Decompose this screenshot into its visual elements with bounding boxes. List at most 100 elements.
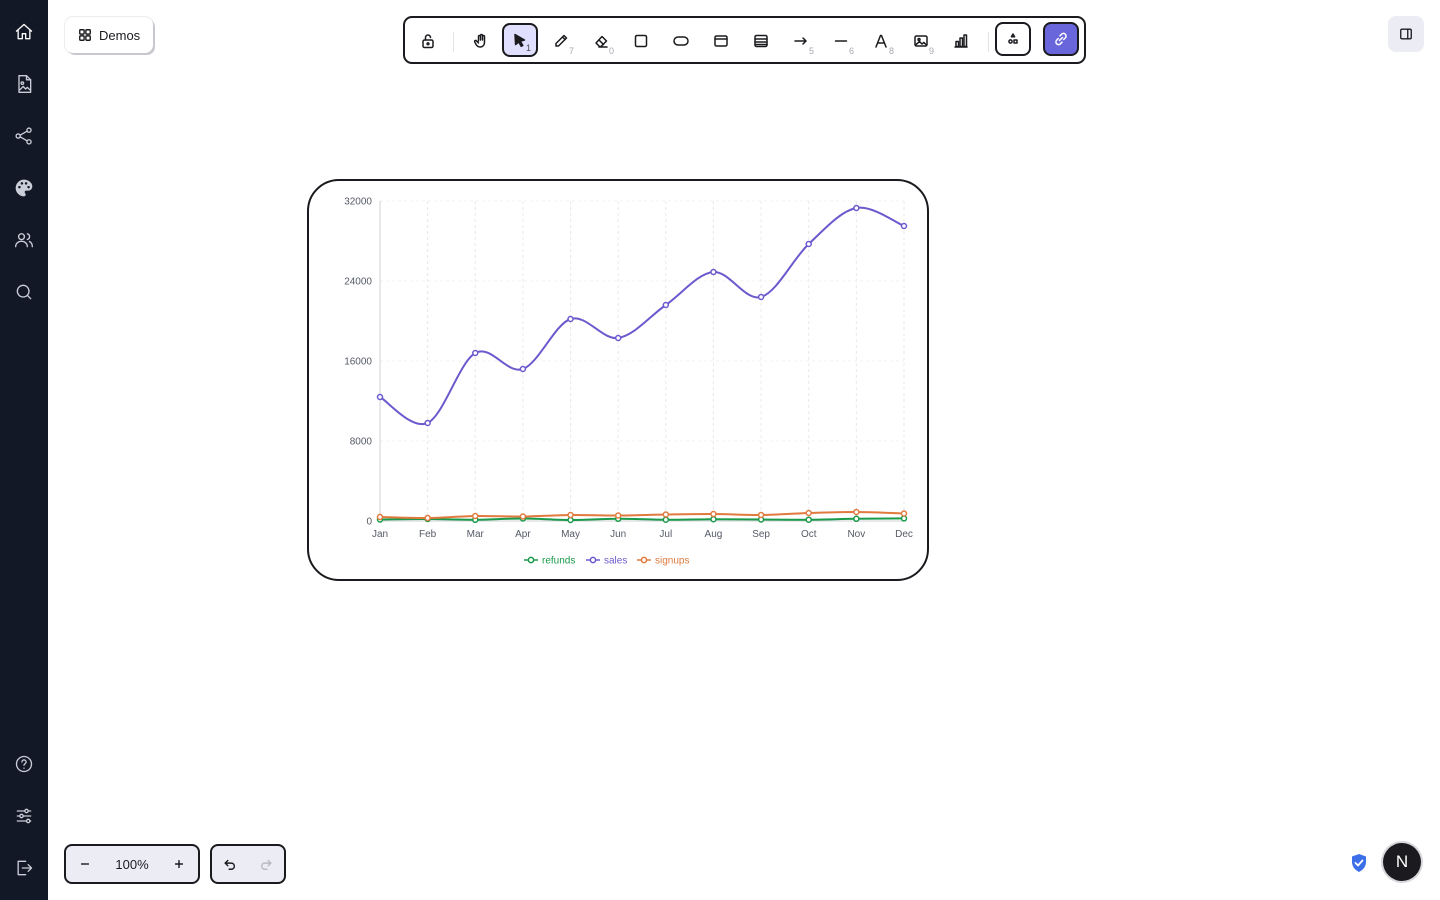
- series-line-sales: [379, 206, 905, 426]
- x-tick-label: Feb: [419, 529, 437, 540]
- data-point-signups: [424, 514, 431, 522]
- data-point-sales: [853, 204, 860, 212]
- pencil-tool[interactable]: 7: [543, 24, 579, 58]
- x-tick-label: Nov: [847, 529, 865, 540]
- gallery-button[interactable]: [6, 66, 42, 102]
- home-icon: [15, 23, 33, 40]
- data-point-signups: [376, 513, 384, 521]
- eraser-shortcut: 0: [608, 46, 614, 56]
- lock-tool[interactable]: [410, 24, 446, 58]
- data-point-refunds: [805, 516, 812, 523]
- zoom-in-button[interactable]: [160, 846, 198, 882]
- sliders-icon: [16, 808, 32, 824]
- selection-tool[interactable]: 1: [502, 23, 538, 57]
- x-tick-label: Jun: [610, 529, 626, 540]
- share-icon: [15, 127, 32, 145]
- data-point-signups: [519, 513, 527, 520]
- search-button[interactable]: [6, 274, 42, 310]
- data-point-sales: [662, 301, 670, 309]
- theme-button[interactable]: [6, 170, 42, 206]
- users-button[interactable]: [6, 222, 42, 258]
- help-icon: [15, 755, 33, 773]
- data-point-sales: [519, 365, 527, 373]
- data-point-sales: [757, 293, 765, 301]
- plus-icon: [175, 860, 183, 868]
- pencil-icon: [555, 34, 568, 47]
- y-tick-label: 24000: [344, 277, 372, 288]
- ellipse-tool[interactable]: [663, 24, 699, 58]
- data-point-signups: [662, 511, 670, 518]
- y-tick-label: 16000: [344, 357, 372, 368]
- arrow-shortcut: 5: [808, 46, 814, 56]
- sidebar-toggle-button[interactable]: [1388, 16, 1424, 52]
- main-toolbar: 1 7 0 5 6 8 9: [403, 16, 1086, 64]
- pencil-shortcut: 7: [568, 46, 574, 56]
- data-point-signups: [710, 510, 717, 518]
- image-shortcut: 9: [928, 46, 934, 56]
- shapes-icon: [1008, 33, 1018, 44]
- table-tool[interactable]: [743, 24, 779, 58]
- y-tick-label: 8000: [350, 437, 373, 448]
- settings-button[interactable]: [6, 798, 42, 834]
- x-tick-label: Jan: [372, 529, 388, 540]
- history-controls: [210, 844, 286, 884]
- x-tick-label: May: [561, 529, 580, 540]
- redo-button[interactable]: [248, 846, 284, 882]
- toolbar-divider: [453, 32, 454, 52]
- image-tool[interactable]: 9: [903, 24, 939, 58]
- data-point-signups: [567, 511, 574, 519]
- y-tick-label: 0: [366, 517, 372, 528]
- arrow-tool[interactable]: 5: [783, 24, 819, 58]
- x-tick-label: Aug: [705, 529, 723, 540]
- data-point-sales: [424, 419, 431, 427]
- shield-check-icon[interactable]: [1350, 853, 1368, 873]
- data-point-signups: [757, 511, 765, 519]
- x-tick-label: Apr: [515, 529, 531, 540]
- search-icon: [16, 284, 32, 300]
- data-point-signups: [472, 512, 479, 520]
- link-icon: [1055, 32, 1067, 46]
- logout-icon: [17, 860, 33, 876]
- x-tick-label: Oct: [801, 529, 817, 540]
- shapes-library-button[interactable]: [995, 22, 1031, 56]
- series-line-refunds: [379, 517, 905, 522]
- chart-tool[interactable]: [943, 24, 979, 58]
- y-tick-label: 32000: [344, 197, 372, 208]
- eraser-tool[interactable]: 0: [583, 24, 619, 58]
- data-point-sales: [710, 268, 717, 276]
- avatar[interactable]: N: [1383, 843, 1421, 881]
- rectangle-tool[interactable]: [623, 24, 659, 58]
- logout-button[interactable]: [6, 850, 42, 886]
- data-point-refunds: [662, 516, 670, 523]
- data-point-sales: [805, 240, 812, 248]
- data-point-sales: [567, 315, 574, 323]
- hand-tool[interactable]: [463, 24, 499, 58]
- text-tool[interactable]: 8: [863, 24, 899, 58]
- bar-chart-icon: [954, 34, 968, 48]
- users-icon: [15, 233, 33, 248]
- undo-button[interactable]: [212, 846, 248, 882]
- help-button[interactable]: [6, 746, 42, 782]
- panel-icon: [1400, 28, 1412, 40]
- line-icon: [834, 40, 848, 42]
- zoom-out-button[interactable]: [66, 846, 104, 882]
- line-tool[interactable]: 6: [823, 24, 859, 58]
- rectangle-icon: [634, 34, 648, 48]
- demos-button[interactable]: Demos: [65, 17, 153, 53]
- table-icon: [754, 34, 768, 48]
- redo-icon: [261, 859, 272, 870]
- share-button[interactable]: [6, 118, 42, 154]
- x-tick-label: Sep: [752, 529, 770, 540]
- legend-marker-signups: [640, 556, 648, 564]
- data-point-sales: [472, 349, 479, 357]
- zoom-level[interactable]: 100%: [104, 857, 160, 872]
- home-button[interactable]: [6, 14, 42, 50]
- frame-tool[interactable]: [703, 24, 739, 58]
- data-point-refunds: [853, 515, 860, 523]
- image-icon: [914, 35, 928, 47]
- text-shortcut: 8: [888, 46, 894, 56]
- eraser-icon: [595, 35, 608, 48]
- minus-icon: [81, 863, 89, 865]
- legend-marker-sales: [589, 556, 597, 564]
- link-button[interactable]: [1043, 22, 1079, 56]
